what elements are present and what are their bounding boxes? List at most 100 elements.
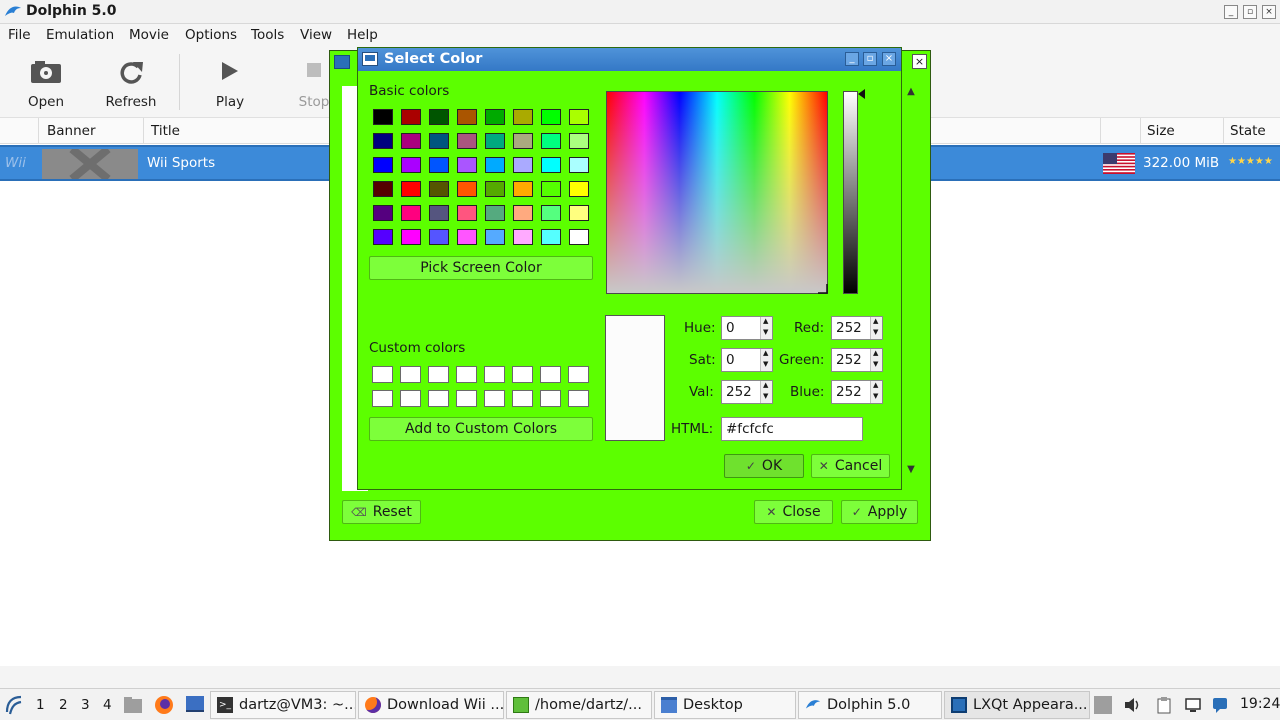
basic-color-swatch[interactable] bbox=[457, 133, 477, 149]
open-button[interactable]: Open bbox=[6, 46, 86, 118]
desktop-switch-3[interactable]: 3 bbox=[81, 697, 90, 713]
column-title[interactable]: Title bbox=[151, 123, 180, 139]
basic-color-swatch[interactable] bbox=[541, 229, 561, 245]
menu-movie[interactable]: Movie bbox=[129, 27, 169, 43]
basic-color-swatch[interactable] bbox=[513, 181, 533, 197]
custom-color-swatch[interactable] bbox=[400, 390, 421, 407]
basic-color-swatch[interactable] bbox=[429, 205, 449, 221]
spin-arrows-icon[interactable] bbox=[870, 349, 882, 371]
html-color-input[interactable]: #fcfcfc bbox=[721, 417, 863, 441]
custom-color-swatch[interactable] bbox=[540, 366, 561, 383]
config-close-icon[interactable]: × bbox=[912, 54, 927, 69]
basic-color-swatch[interactable] bbox=[569, 133, 589, 149]
basic-color-swatch[interactable] bbox=[457, 205, 477, 221]
basic-color-swatch[interactable] bbox=[401, 205, 421, 221]
custom-color-swatch[interactable] bbox=[372, 366, 393, 383]
basic-color-swatch[interactable] bbox=[457, 181, 477, 197]
column-state[interactable]: State bbox=[1230, 123, 1266, 139]
desktop-switch-2[interactable]: 2 bbox=[59, 697, 68, 713]
menu-tools[interactable]: Tools bbox=[251, 27, 284, 43]
pick-screen-color-button[interactable]: Pick Screen Color bbox=[369, 256, 593, 280]
basic-color-swatch[interactable] bbox=[457, 229, 477, 245]
column-size[interactable]: Size bbox=[1147, 123, 1175, 139]
basic-color-swatch[interactable] bbox=[569, 205, 589, 221]
notification-icon[interactable] bbox=[1211, 696, 1229, 714]
spin-arrows-icon[interactable] bbox=[870, 381, 882, 403]
basic-color-swatch[interactable] bbox=[541, 157, 561, 173]
volume-icon[interactable] bbox=[1123, 696, 1141, 714]
spin-arrows-icon[interactable] bbox=[760, 317, 772, 339]
basic-color-swatch[interactable] bbox=[373, 205, 393, 221]
desktop-switch-4[interactable]: 4 bbox=[103, 697, 112, 713]
ok-button[interactable]: ✓ OK bbox=[724, 454, 804, 478]
basic-color-swatch[interactable] bbox=[513, 157, 533, 173]
basic-color-swatch[interactable] bbox=[485, 109, 505, 125]
minimize-button[interactable]: _ bbox=[1224, 5, 1238, 19]
custom-color-swatch[interactable] bbox=[428, 366, 449, 383]
show-desktop-icon[interactable] bbox=[185, 695, 205, 713]
basic-color-swatch[interactable] bbox=[485, 133, 505, 149]
basic-color-swatch[interactable] bbox=[569, 157, 589, 173]
firefox-launcher-icon[interactable] bbox=[154, 695, 174, 715]
basic-color-swatch[interactable] bbox=[485, 205, 505, 221]
basic-color-swatch[interactable] bbox=[569, 229, 589, 245]
custom-color-swatch[interactable] bbox=[400, 366, 421, 383]
color-dialog-close-button[interactable]: × bbox=[882, 52, 896, 66]
custom-color-swatch[interactable] bbox=[512, 366, 533, 383]
basic-color-swatch[interactable] bbox=[373, 229, 393, 245]
clock[interactable]: 19:24 bbox=[1240, 696, 1280, 712]
basic-color-swatch[interactable] bbox=[429, 157, 449, 173]
custom-color-swatch[interactable] bbox=[568, 390, 589, 407]
custom-color-swatch[interactable] bbox=[456, 390, 477, 407]
basic-color-swatch[interactable] bbox=[513, 205, 533, 221]
menu-view[interactable]: View bbox=[300, 27, 332, 43]
task-dolphin[interactable]: Dolphin 5.0 bbox=[798, 691, 942, 719]
basic-color-swatch[interactable] bbox=[541, 205, 561, 221]
column-banner[interactable]: Banner bbox=[47, 123, 96, 139]
close-button[interactable]: ✕ Close bbox=[754, 500, 833, 524]
basic-color-swatch[interactable] bbox=[401, 157, 421, 173]
basic-color-swatch[interactable] bbox=[541, 181, 561, 197]
luminance-marker-icon[interactable] bbox=[858, 89, 866, 99]
basic-color-swatch[interactable] bbox=[457, 157, 477, 173]
spin-arrows-icon[interactable] bbox=[760, 349, 772, 371]
blue-spinbox[interactable]: 252 bbox=[831, 380, 883, 404]
cancel-button[interactable]: ✕ Cancel bbox=[811, 454, 890, 478]
maximize-button[interactable]: ▫ bbox=[1243, 5, 1257, 19]
network-icon[interactable] bbox=[1184, 696, 1202, 714]
task-terminal[interactable]: >_ dartz@VM3: ~... bbox=[210, 691, 356, 719]
file-manager-launcher-icon[interactable] bbox=[123, 696, 143, 714]
basic-color-swatch[interactable] bbox=[373, 157, 393, 173]
color-dialog-minimize-button[interactable]: _ bbox=[845, 52, 859, 66]
basic-color-swatch[interactable] bbox=[401, 133, 421, 149]
refresh-button[interactable]: Refresh bbox=[91, 46, 171, 118]
desktop-switch-1[interactable]: 1 bbox=[36, 697, 45, 713]
color-dialog-maximize-button[interactable]: ▫ bbox=[863, 52, 877, 66]
basic-color-swatch[interactable] bbox=[373, 109, 393, 125]
basic-color-swatch[interactable] bbox=[541, 109, 561, 125]
play-button[interactable]: Play bbox=[190, 46, 270, 118]
basic-color-swatch[interactable] bbox=[569, 181, 589, 197]
basic-color-swatch[interactable] bbox=[373, 181, 393, 197]
task-firefox[interactable]: Download Wii ... bbox=[358, 691, 504, 719]
val-spinbox[interactable]: 252 bbox=[721, 380, 773, 404]
task-desktop-folder[interactable]: Desktop bbox=[654, 691, 796, 719]
app-menu-icon[interactable] bbox=[4, 694, 24, 716]
basic-color-swatch[interactable] bbox=[401, 109, 421, 125]
basic-color-swatch[interactable] bbox=[401, 181, 421, 197]
task-lxqt-appearance[interactable]: LXQt Appeara... bbox=[944, 691, 1090, 719]
config-scrollbar[interactable]: ▲ ▼ bbox=[903, 86, 919, 481]
add-to-custom-colors-button[interactable]: Add to Custom Colors bbox=[369, 417, 593, 441]
basic-color-swatch[interactable] bbox=[457, 109, 477, 125]
clipboard-icon[interactable] bbox=[1155, 696, 1173, 714]
custom-color-swatch[interactable] bbox=[456, 366, 477, 383]
basic-color-swatch[interactable] bbox=[513, 133, 533, 149]
close-window-button[interactable]: × bbox=[1262, 5, 1276, 19]
hue-spinbox[interactable]: 0 bbox=[721, 316, 773, 340]
luminance-slider[interactable] bbox=[843, 91, 858, 294]
custom-color-swatch[interactable] bbox=[512, 390, 533, 407]
basic-color-swatch[interactable] bbox=[429, 109, 449, 125]
task-archive[interactable]: /home/dartz/... bbox=[506, 691, 652, 719]
basic-color-swatch[interactable] bbox=[569, 109, 589, 125]
basic-color-swatch[interactable] bbox=[485, 229, 505, 245]
